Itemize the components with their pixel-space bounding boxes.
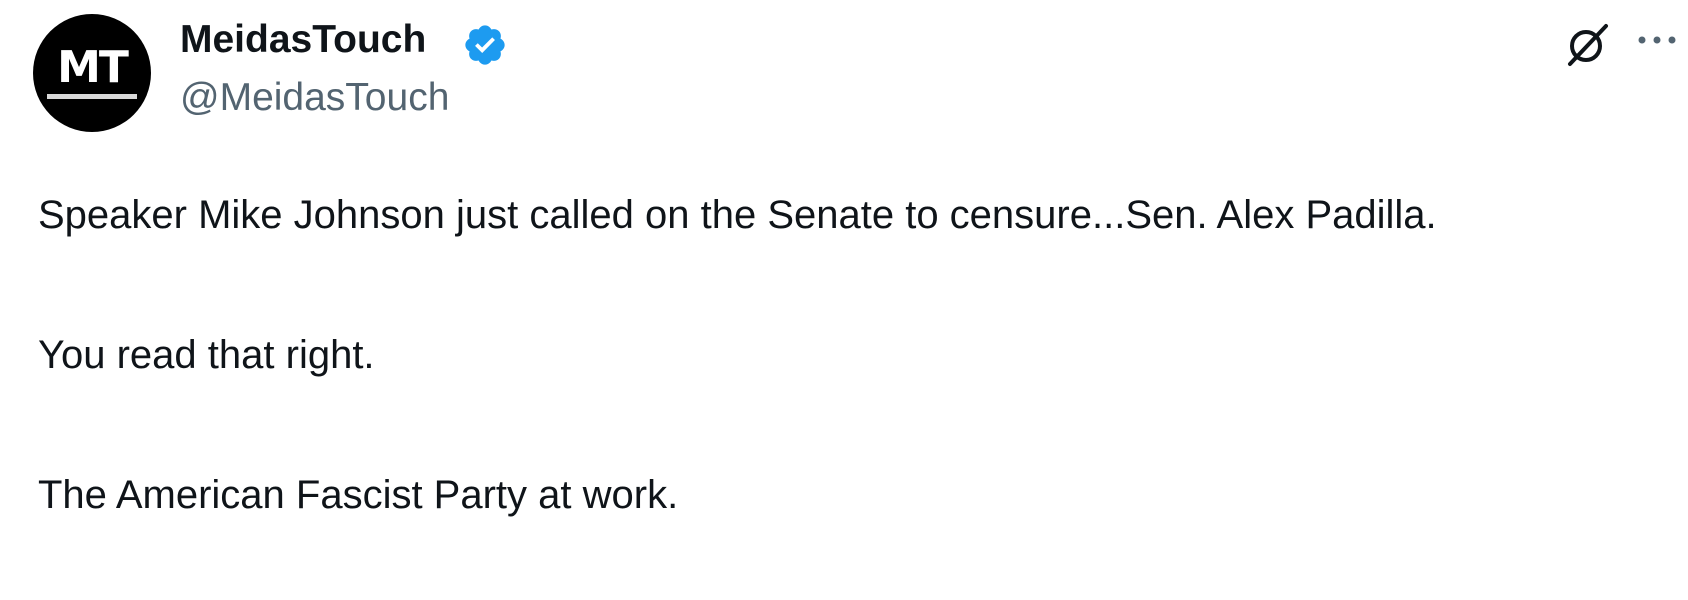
avatar-logo-text: MT xyxy=(57,42,129,93)
avatar[interactable]: MT xyxy=(33,14,151,132)
author-display-name[interactable]: MeidasTouch xyxy=(180,16,426,64)
tweet-card: MT MeidasTouch @MeidasTouch Speaker Mike… xyxy=(0,0,1688,600)
tweet-text: Speaker Mike Johnson just called on the … xyxy=(38,193,1437,517)
more-options-icon[interactable] xyxy=(1634,28,1680,52)
verified-badge-icon xyxy=(465,25,505,65)
grok-icon[interactable] xyxy=(1564,20,1612,68)
avatar-logo-underline xyxy=(47,94,137,99)
author-handle[interactable]: @MeidasTouch xyxy=(180,74,449,122)
